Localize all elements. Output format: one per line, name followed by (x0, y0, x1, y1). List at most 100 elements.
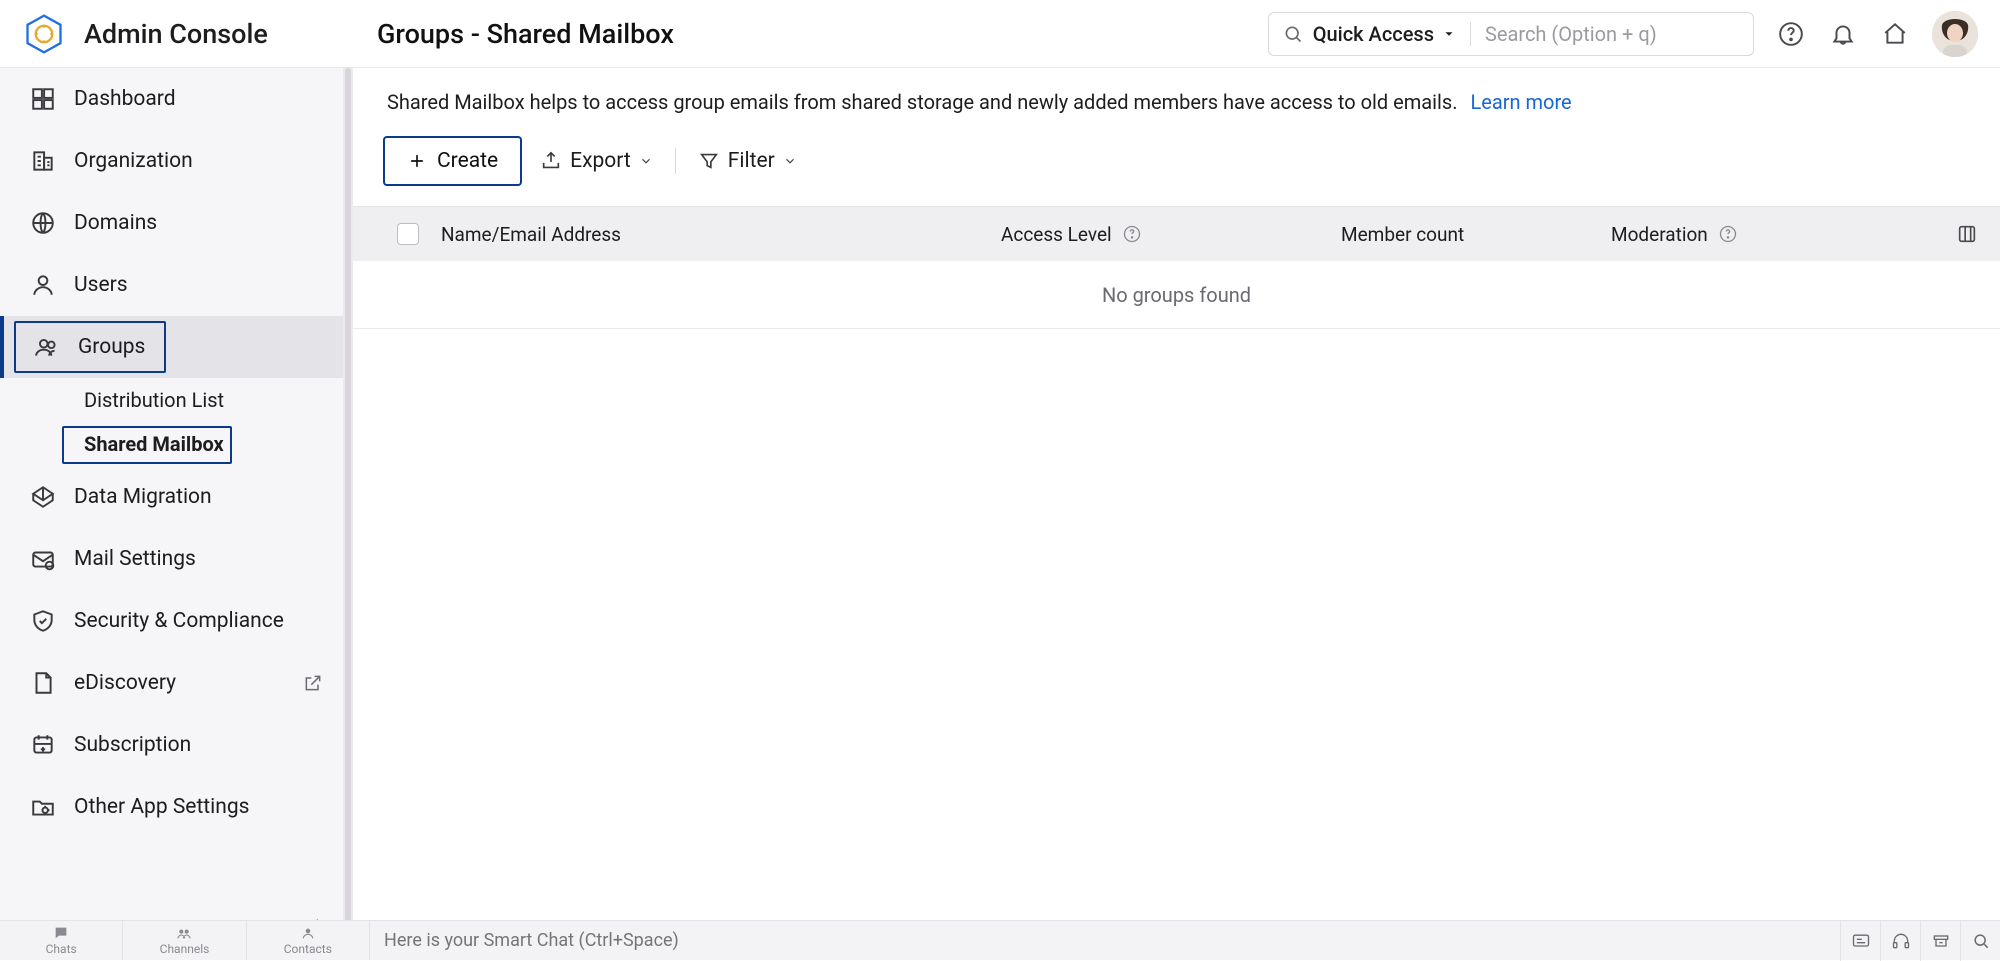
chevron-down-icon (783, 154, 797, 168)
gear-folder-icon (30, 794, 56, 820)
chat-tab-channels[interactable]: Channels (123, 921, 246, 960)
app-logo-icon (22, 12, 66, 56)
sidebar-item-subscription[interactable]: Subscription (0, 714, 353, 776)
th-name[interactable]: Name/Email Address (441, 223, 1001, 246)
sidebar-item-label: Organization (74, 149, 193, 173)
sidebar-item-label: Security & Compliance (74, 609, 284, 633)
sidebar-item-label: Subscription (74, 733, 191, 757)
chat-tab-chats[interactable]: Chats (0, 921, 123, 960)
migration-icon (30, 484, 56, 510)
subscription-icon (30, 732, 56, 758)
organization-icon (30, 148, 56, 174)
brand-title: Admin Console (84, 18, 268, 50)
chat-message-icon[interactable] (1840, 921, 1880, 961)
table-header: Name/Email Address Access Level Member c… (353, 207, 2000, 261)
create-label: Create (437, 149, 498, 173)
sidebar-item-groups[interactable]: Groups (0, 316, 353, 378)
chat-headset-icon[interactable] (1880, 921, 1920, 961)
chevron-down-icon (639, 154, 653, 168)
sidebar-subitem-distribution-list[interactable]: Distribution List (0, 378, 353, 422)
export-button[interactable]: Export (540, 149, 653, 173)
sidebar-item-label: Groups (78, 335, 145, 359)
sidebar-item-label: eDiscovery (74, 671, 176, 695)
nav: Dashboard Organization Domains (0, 68, 353, 960)
chatbar: Chats Channels Contacts (0, 920, 2000, 960)
table-empty-message: No groups found (353, 261, 2000, 329)
page-title: Groups - Shared Mailbox (353, 18, 674, 50)
groups-icon (34, 334, 60, 360)
top-right: Quick Access (1268, 11, 2000, 57)
sidebar-item-mail-settings[interactable]: Mail Settings (0, 528, 353, 590)
dashboard-icon (30, 86, 56, 112)
globe-icon (30, 210, 56, 236)
select-all-checkbox[interactable] (397, 223, 441, 245)
learn-more-link[interactable]: Learn more (1470, 90, 1571, 114)
avatar[interactable] (1932, 11, 1978, 57)
filter-button[interactable]: Filter (698, 149, 797, 173)
chat-tabs: Chats Channels Contacts (0, 921, 370, 960)
sidebar-subitem-label: Distribution List (84, 388, 224, 412)
sidebar-item-label: Data Migration (74, 485, 212, 509)
help-icon[interactable] (1776, 19, 1806, 49)
sidebar-item-label: Dashboard (74, 87, 176, 111)
help-icon[interactable] (1718, 224, 1738, 244)
sidebar-item-organization[interactable]: Organization (0, 130, 353, 192)
th-members[interactable]: Member count (1341, 223, 1611, 246)
sidebar-item-label: Other App Settings (74, 795, 250, 819)
sidebar-item-ediscovery[interactable]: eDiscovery (0, 652, 353, 714)
sidebar-item-users[interactable]: Users (0, 254, 353, 316)
export-label: Export (570, 149, 631, 173)
main: Shared Mailbox helps to access group ema… (353, 68, 2000, 960)
sidebar-subitem-shared-mailbox[interactable]: Shared Mailbox (0, 422, 353, 466)
external-link-icon (303, 673, 323, 693)
sidebar-item-domains[interactable]: Domains (0, 192, 353, 254)
plus-icon (407, 151, 427, 171)
chat-archive-icon[interactable] (1920, 921, 1960, 961)
sidebar-item-label: Users (74, 273, 128, 297)
mail-settings-icon (30, 546, 56, 572)
ediscovery-icon (30, 670, 56, 696)
caret-down-icon (1442, 27, 1456, 41)
channels-icon (176, 925, 192, 941)
chat-tab-contacts[interactable]: Contacts (247, 921, 370, 960)
quick-search[interactable]: Quick Access (1268, 12, 1754, 56)
sidebar-item-other-app-settings[interactable]: Other App Settings (0, 776, 353, 838)
th-moderation[interactable]: Moderation (1611, 223, 1871, 246)
sidebar-item-security[interactable]: Security & Compliance (0, 590, 353, 652)
home-icon[interactable] (1880, 19, 1910, 49)
intro-text: Shared Mailbox helps to access group ema… (353, 68, 2000, 122)
quick-access-dropdown[interactable]: Quick Access (1313, 22, 1456, 46)
th-access-label: Access Level (1001, 223, 1112, 246)
table: Name/Email Address Access Level Member c… (353, 206, 2000, 329)
column-settings-icon[interactable] (1956, 223, 1978, 245)
chat-icon (53, 925, 69, 941)
chat-tab-label: Chats (46, 942, 77, 956)
search-icon (1283, 24, 1303, 44)
th-access[interactable]: Access Level (1001, 223, 1341, 246)
th-moderation-label: Moderation (1611, 223, 1708, 246)
sidebar-subitem-label: Shared Mailbox (84, 432, 224, 456)
help-icon[interactable] (1122, 224, 1142, 244)
sidebar-item-data-migration[interactable]: Data Migration (0, 466, 353, 528)
search-input[interactable] (1485, 22, 1739, 46)
contacts-icon (300, 925, 316, 941)
shield-icon (30, 608, 56, 634)
export-icon (540, 150, 562, 172)
bell-icon[interactable] (1828, 19, 1858, 49)
user-icon (30, 272, 56, 298)
quick-access-label: Quick Access (1313, 22, 1434, 46)
sidebar-scrollbar[interactable] (343, 68, 353, 960)
smart-chat-input[interactable] (384, 930, 1840, 951)
chat-search-icon[interactable] (1960, 921, 2000, 961)
create-button[interactable]: Create (383, 136, 522, 186)
sidebar: Dashboard Organization Domains (0, 68, 353, 960)
intro-body: Shared Mailbox helps to access group ema… (387, 90, 1458, 114)
sidebar-item-dashboard[interactable]: Dashboard (0, 68, 353, 130)
toolbar-separator (675, 148, 676, 174)
chat-tab-label: Contacts (284, 942, 332, 956)
topbar: Admin Console Groups - Shared Mailbox Qu… (0, 0, 2000, 68)
toolbar: Create Export Filter (353, 122, 2000, 206)
brand: Admin Console (0, 12, 353, 56)
sidebar-item-label: Mail Settings (74, 547, 196, 571)
chat-tab-label: Channels (160, 942, 210, 956)
